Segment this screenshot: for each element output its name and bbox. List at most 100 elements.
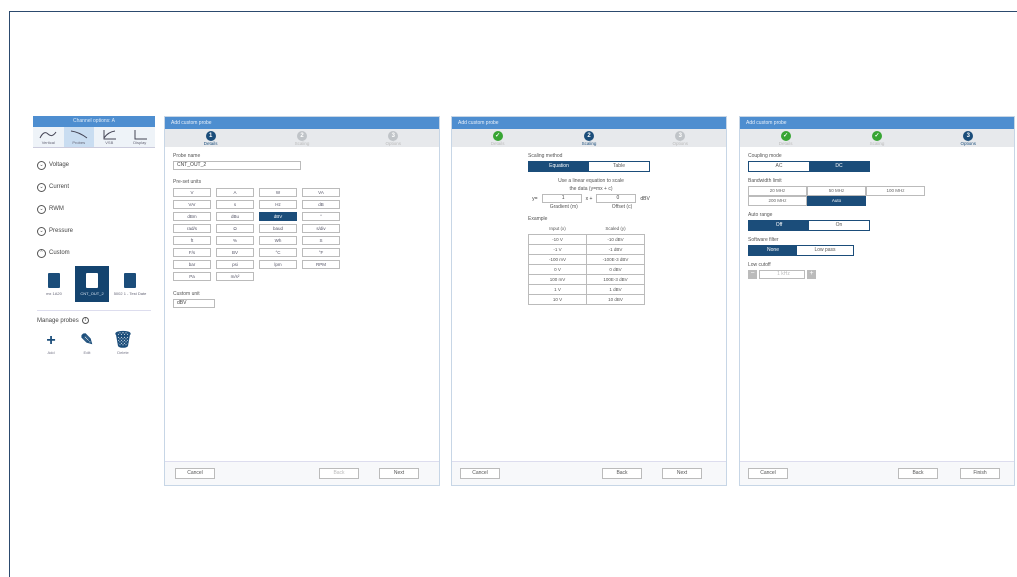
unit-button[interactable]: dBu [216,212,254,221]
probe-name-input[interactable]: CNT_OUT_2 [173,161,301,170]
low-cutoff-input[interactable]: 1 kHz [759,270,805,279]
gradient-input[interactable]: 1 [541,194,582,203]
unit-button[interactable]: s [216,200,254,209]
unit-button[interactable]: Pa [173,272,211,281]
unit-button[interactable]: Ω [216,224,254,233]
category-label: Pressure [49,228,74,234]
category-pressure[interactable]: ⌄ Pressure [33,220,155,242]
category-rwm[interactable]: ⌄ RWM [33,198,155,220]
unit-button[interactable]: dBm [173,212,211,221]
display-icon [134,130,147,140]
cancel-button[interactable]: Cancel [748,468,788,479]
coupling-ac-option[interactable]: AC [749,162,809,171]
bandwidth-auto[interactable]: Auto [807,196,866,206]
step-label: Scaling [294,141,310,146]
offset-input[interactable]: 0 [596,194,637,203]
bandwidth-50mhz[interactable]: 50 MHz [807,186,866,196]
pencil-icon: ✎ [80,332,94,349]
dialog-footer: Cancel Back Finish [740,461,1014,485]
unit-button[interactable]: F/s [173,248,211,257]
frame-left-border [9,11,10,577]
unit-button[interactable]: rad/s [173,224,211,233]
probe-item-selected[interactable]: CNT_OUT_2 [75,266,109,302]
unit-button[interactable]: °C [259,248,297,257]
back-button[interactable]: Back [898,468,938,479]
tab-probes[interactable]: Probes [63,127,94,147]
probe-item[interactable]: 5002 1 - Test Date [113,266,147,302]
unit-button[interactable]: lpm [259,260,297,269]
table-cell: 10 V [528,293,587,305]
bandwidth-20mhz[interactable]: 20 MHz [748,186,807,196]
minus-icon[interactable]: − [748,270,757,279]
unit-button[interactable]: baud [259,224,297,233]
auto-range-on[interactable]: On [809,221,869,230]
custom-unit-input[interactable]: dBV [173,299,215,308]
category-custom[interactable]: ⌃ Custom [33,242,155,264]
step-scaling: 2 Scaling [581,131,597,146]
category-current[interactable]: ⌄ Current [33,176,155,198]
next-button[interactable]: Next [379,468,419,479]
table-cell: -10 V [528,233,587,245]
cancel-button[interactable]: Cancel [460,468,500,479]
unit-button[interactable]: RPM [302,260,340,269]
auto-range-off[interactable]: Off [749,221,809,230]
delete-probe-button[interactable]: 🗑 Delete [113,332,133,355]
unit-button[interactable]: dBV [259,212,297,221]
category-label: Current [49,184,70,190]
filter-low-pass[interactable]: Low pass [797,246,853,255]
unit-button[interactable]: % [216,236,254,245]
equation-description-1: Use a linear equation to scale [558,178,624,184]
filter-none[interactable]: None [749,246,797,255]
back-button[interactable]: Back [602,468,642,479]
unit-button[interactable]: Wh [259,236,297,245]
category-voltage[interactable]: ⌄ Voltage [33,154,155,176]
add-probe-button[interactable]: + Add [43,332,59,355]
info-icon[interactable]: i [81,317,89,324]
plus-icon[interactable]: + [807,270,816,279]
unit-button[interactable]: bar [173,260,211,269]
equation-option[interactable]: Equation [529,162,589,171]
tab-display[interactable]: Display [125,127,156,147]
unit-button[interactable]: W [259,188,297,197]
unit-button[interactable]: VA [302,188,340,197]
edit-probe-button[interactable]: ✎ Edit [79,332,95,355]
vertical-wave-icon [39,131,57,139]
probe-item[interactable]: mx 1A20 [37,266,71,302]
table-option[interactable]: Table [589,162,649,171]
bandwidth-200mhz[interactable]: 200 MHz [748,196,807,206]
step-label: Options [960,141,977,146]
probe-label: CNT_OUT_2 [80,290,104,296]
finish-button[interactable]: Finish [960,468,1000,479]
step-options: 3 Options [960,131,977,146]
cancel-button[interactable]: Cancel [175,468,215,479]
unit-button[interactable]: m/s² [216,272,254,281]
unit-button[interactable]: V [173,188,211,197]
unit-button[interactable]: Hz [259,200,297,209]
tab-vsb[interactable]: VSB [94,127,125,147]
chevron-up-icon: ⌃ [37,248,46,258]
unit-button[interactable]: s/div [302,224,340,233]
action-label: Edit [83,350,91,355]
table-cell: -1 dBV [586,243,645,255]
unit-button[interactable]: A [216,188,254,197]
unit-button[interactable]: ft [173,236,211,245]
unit-button[interactable]: VAr [173,200,211,209]
tab-label: Display [133,140,147,145]
back-button[interactable]: Back [319,468,359,479]
tab-label: Probes [72,140,86,145]
table-header: Scaled (y) [605,226,626,232]
bandwidth-100mhz[interactable]: 100 MHz [866,186,925,196]
unit-button[interactable]: S [302,236,340,245]
step-label: Options [385,141,402,146]
add-probe-dialog-scaling: Add custom probe ✓ Details 2 Scaling 3 Opti… [451,116,727,486]
coupling-dc-option[interactable]: DC [809,162,869,171]
unit-button[interactable]: dB [302,200,340,209]
unit-button[interactable]: BV [216,248,254,257]
unit-button[interactable]: ° [302,212,340,221]
unit-button[interactable]: psi [216,260,254,269]
channel-options-title: Channel options: A [33,116,155,127]
next-button[interactable]: Next [662,468,702,479]
plus-icon: + [46,332,56,349]
tab-vertical[interactable]: Vertical [33,127,64,147]
unit-button[interactable]: °F [302,248,340,257]
